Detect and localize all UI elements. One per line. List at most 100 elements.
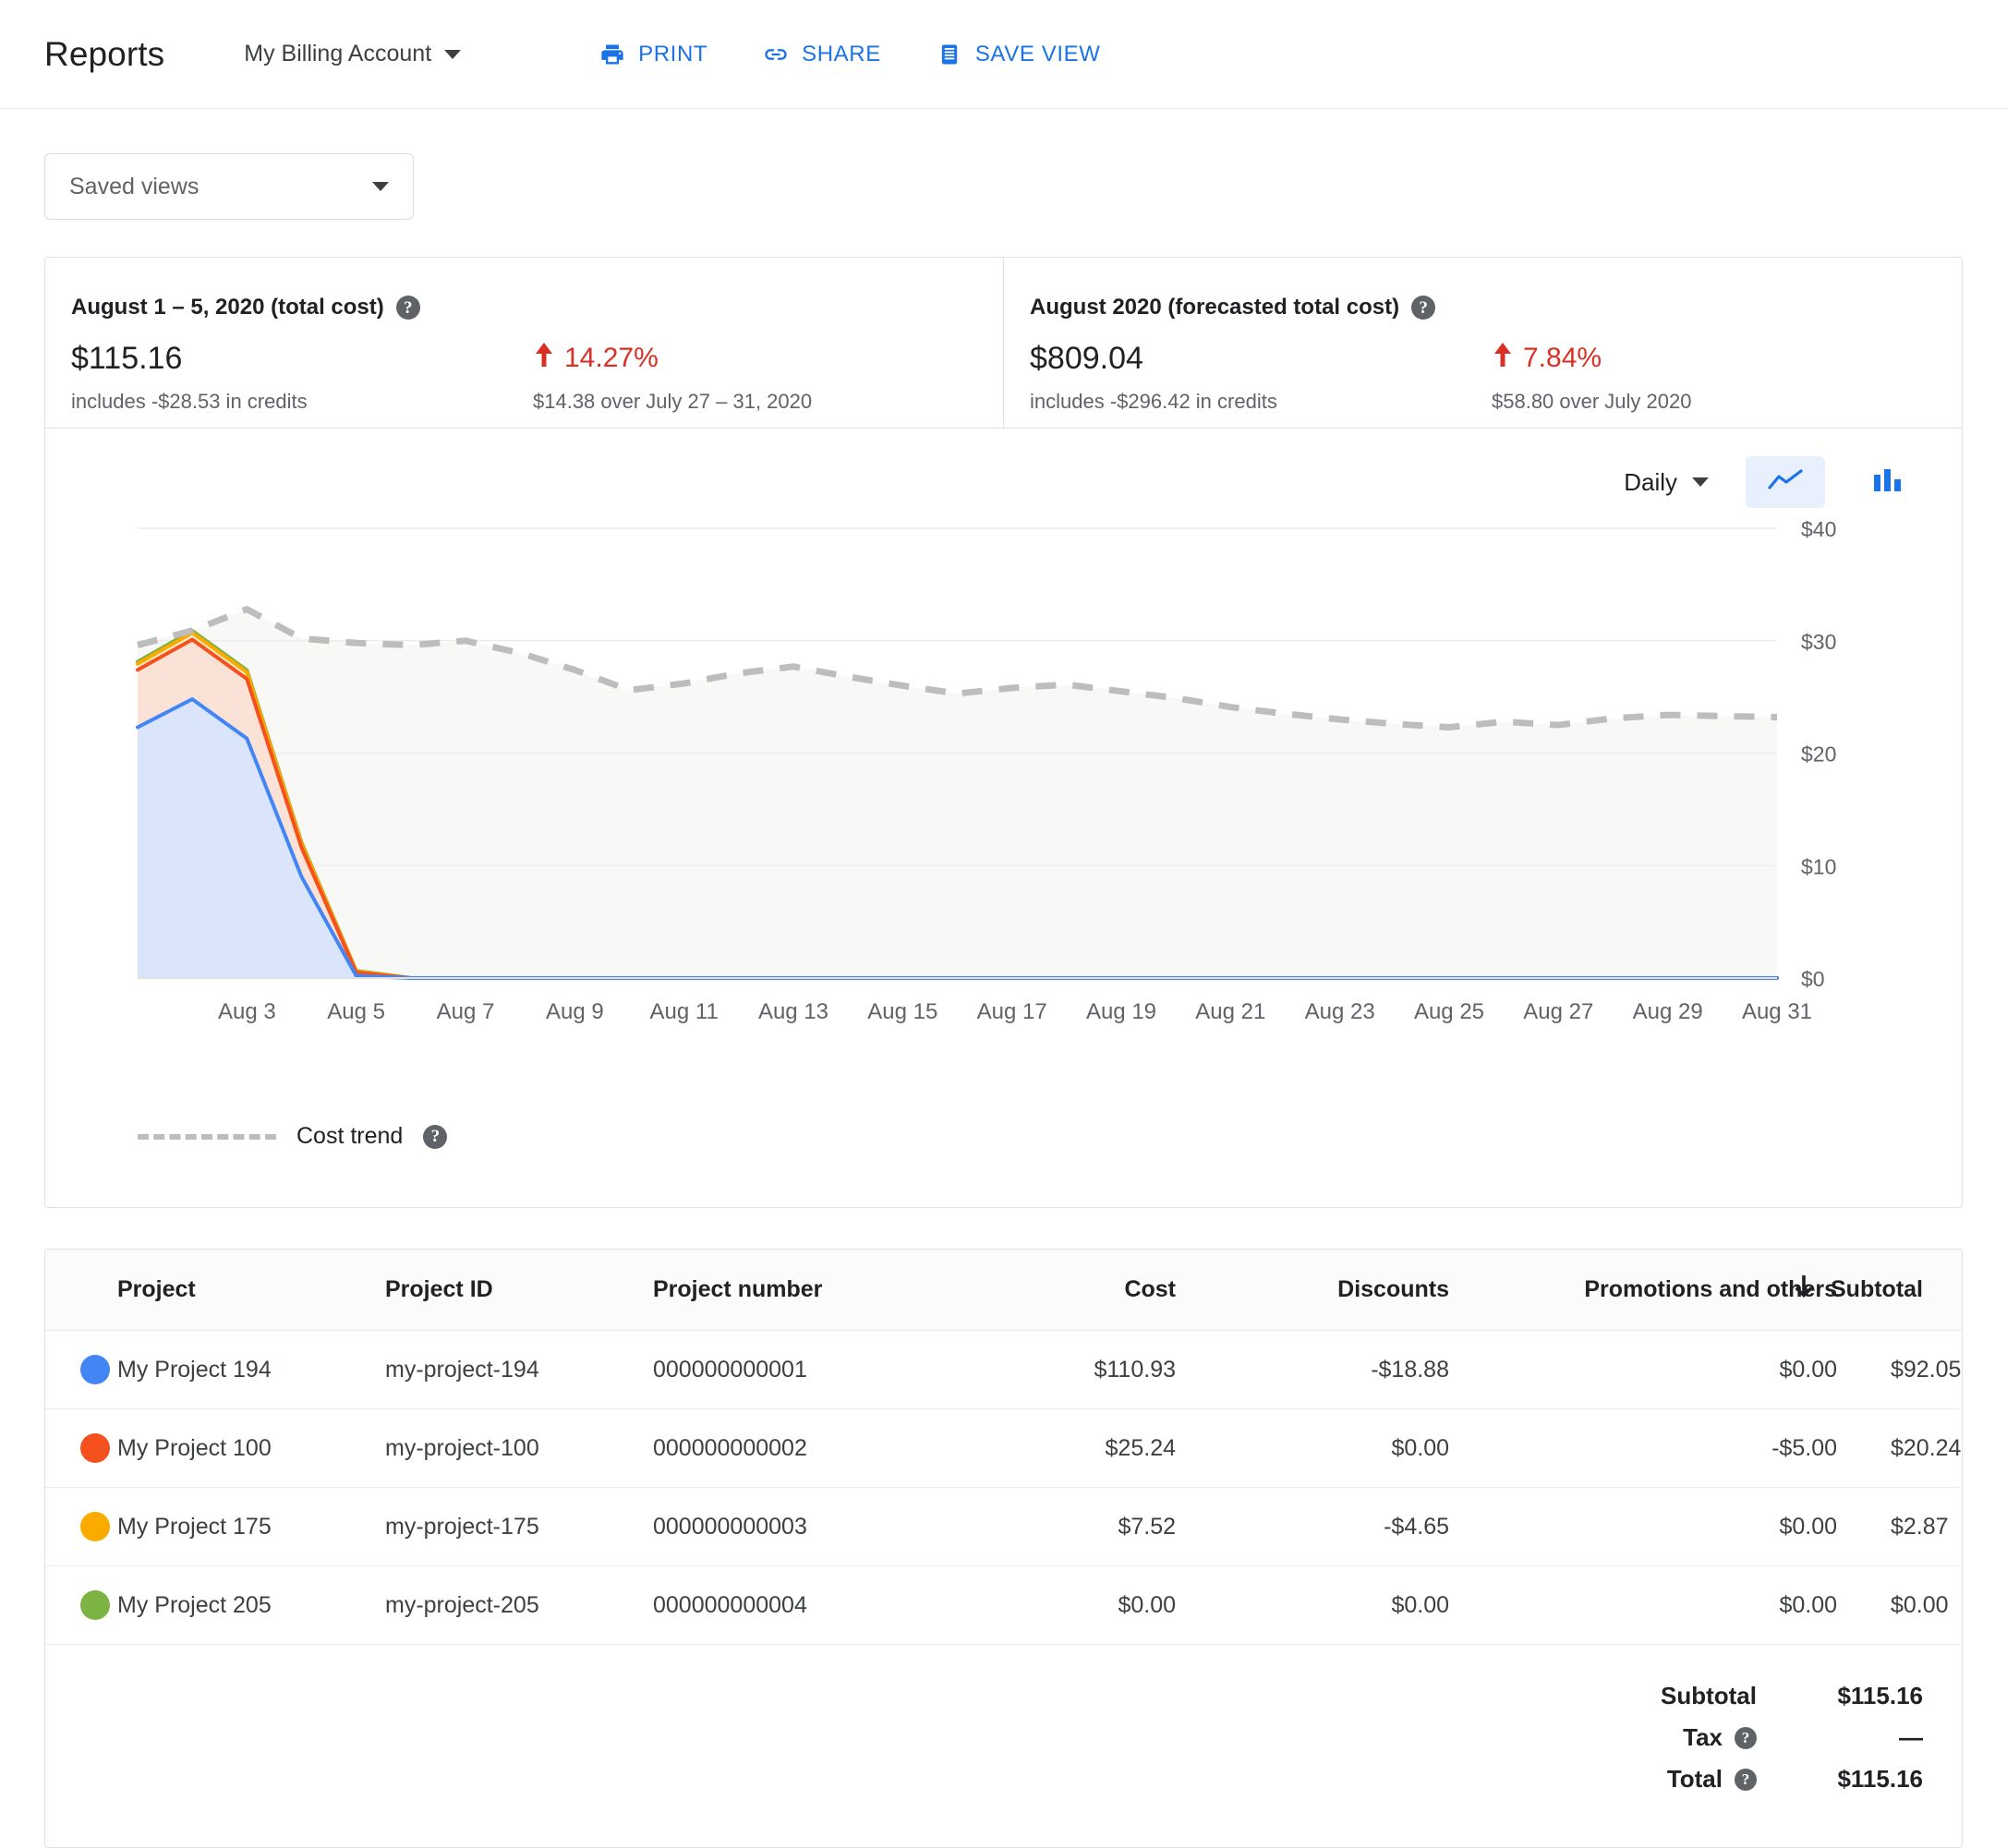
cell-project: My Project 205	[117, 1565, 385, 1645]
summary-comparison: $14.38 over July 27 – 31, 2020	[533, 390, 813, 413]
saved-views-dropdown[interactable]: Saved views	[44, 153, 414, 220]
cell-promotions: $0.00	[1503, 1487, 1891, 1566]
x-axis-tick-label: Aug 7	[437, 999, 495, 1024]
cell-subtotal: $0.00	[1891, 1565, 1962, 1645]
x-axis-tick-label: Aug 27	[1523, 999, 1593, 1024]
print-button-label: PRINT	[638, 41, 708, 66]
help-icon[interactable]: ?	[423, 1124, 448, 1149]
project-color-dot	[80, 1590, 110, 1620]
cell-project-id: my-project-100	[385, 1408, 653, 1488]
totals-section: Subtotal $115.16 Tax ? — Total ? $115.16	[45, 1645, 1962, 1847]
share-button[interactable]: SHARE	[763, 42, 881, 67]
totals-row-tax: Tax ? —	[45, 1723, 1923, 1752]
totals-label-subtotal: Subtotal	[1661, 1682, 1757, 1709]
cell-project: My Project 100	[117, 1408, 385, 1488]
summary-delta-value: 14.27%	[564, 343, 659, 373]
line-chart-toggle[interactable]	[1746, 456, 1825, 508]
summary-comparison: $58.80 over July 2020	[1492, 390, 1692, 413]
column-header-cost[interactable]: Cost	[958, 1250, 1235, 1331]
help-icon[interactable]: ?	[1735, 1726, 1757, 1749]
trend-fill-band	[138, 609, 1777, 978]
line-chart-icon	[1767, 468, 1804, 497]
table-row[interactable]: My Project 194 my-project-194 000000000001…	[45, 1330, 1962, 1409]
x-axis-tick-label: Aug 5	[327, 999, 385, 1024]
link-icon	[763, 42, 789, 67]
project-color-swatch-cell	[45, 1330, 117, 1409]
y-axis-tick-label: $30	[1801, 630, 1836, 654]
summary-card-forecasted-cost: August 2020 (forecasted total cost) ? $8…	[1003, 258, 1962, 428]
cost-trend-line-swatch	[138, 1133, 276, 1140]
summary-card-values: $809.04 7.84%	[1030, 341, 1936, 377]
chart-plot-area: $0 $10 $20 $30 $40 Aug 3 Aug 5 Aug 7 Aug 9 Aug 11…	[45, 517, 1956, 1112]
projects-cost-table: Project Project ID Project number Cost D…	[45, 1250, 1962, 1645]
help-icon[interactable]: ?	[1411, 296, 1436, 320]
billing-account-selector[interactable]: My Billing Account	[244, 41, 462, 67]
projects-cost-table-card: Project Project ID Project number Cost D…	[44, 1249, 1963, 1848]
cost-area-chart[interactable]: $0 $10 $20 $30 $40 Aug 3 Aug 5 Aug 7 Aug 9 Aug 11…	[45, 517, 1956, 1112]
x-axis-tick-label: Aug 3	[218, 999, 276, 1024]
cell-cost: $0.00	[958, 1565, 1235, 1645]
column-header-subtotal-label: Subtotal	[1831, 1276, 1923, 1302]
cell-project: My Project 194	[117, 1330, 385, 1409]
print-button[interactable]: PRINT	[599, 42, 707, 67]
x-axis-tick-label: Aug 23	[1305, 999, 1375, 1024]
table-body: My Project 194 my-project-194 000000000001…	[45, 1330, 1962, 1645]
table-row[interactable]: My Project 100 my-project-100 000000000002…	[45, 1408, 1962, 1488]
share-button-label: SHARE	[802, 41, 881, 66]
arrow-up-icon	[533, 341, 555, 376]
cell-promotions: $0.00	[1503, 1565, 1891, 1645]
cell-discounts: -$18.88	[1235, 1330, 1503, 1409]
column-header-project-number[interactable]: Project number	[653, 1250, 958, 1331]
chevron-down-icon	[372, 182, 389, 191]
cell-discounts: -$4.65	[1235, 1487, 1503, 1566]
summary-amount: $115.16	[71, 341, 183, 376]
x-axis-tick-label: Aug 31	[1742, 999, 1812, 1024]
summary-credits: includes -$28.53 in credits	[71, 390, 308, 413]
cell-project-number: 000000000004	[653, 1565, 958, 1645]
table-header: Project Project ID Project number Cost D…	[45, 1250, 1962, 1331]
bar-chart-toggle[interactable]	[1849, 456, 1928, 508]
reports-page: Reports My Billing Account PRINT SHARE S…	[0, 0, 2007, 1848]
cell-project-number: 000000000003	[653, 1487, 958, 1566]
totals-label-tax: Tax ?	[1480, 1723, 1757, 1752]
cell-project-id: my-project-205	[385, 1565, 653, 1645]
totals-label-total: Total ?	[1480, 1765, 1757, 1794]
x-axis-tick-label: Aug 9	[546, 999, 604, 1024]
totals-row-total: Total ? $115.16	[45, 1765, 1923, 1794]
summary-credits: includes -$296.42 in credits	[1030, 390, 1277, 413]
x-axis-tick-label: Aug 11	[650, 999, 719, 1024]
project-color-swatch-cell	[45, 1408, 117, 1488]
cost-trend-legend-label: Cost trend	[296, 1123, 404, 1149]
cell-cost: $110.93	[958, 1330, 1235, 1409]
summary-card-title: August 2020 (forecasted total cost)	[1030, 295, 1400, 320]
x-axis-tick-label: Aug 13	[758, 999, 828, 1024]
summary-card-values: $115.16 14.27%	[71, 341, 977, 377]
y-axis-tick-label: $0	[1801, 967, 1825, 991]
table-row[interactable]: My Project 175 my-project-175 000000000003…	[45, 1487, 1962, 1566]
column-header-discounts[interactable]: Discounts	[1235, 1250, 1503, 1331]
summary-amount: $809.04	[1030, 341, 1143, 376]
summary-card-subtext: includes -$296.42 in credits $58.80 over…	[1030, 390, 1936, 414]
help-icon[interactable]: ?	[1735, 1768, 1757, 1791]
saved-views-label: Saved views	[69, 173, 199, 199]
y-axis-tick-label: $40	[1801, 521, 1836, 541]
table-row[interactable]: My Project 205 my-project-205 000000000004…	[45, 1565, 1962, 1645]
x-axis-tick-label: Aug 19	[1086, 999, 1156, 1024]
column-header-subtotal[interactable]: Subtotal	[1795, 1250, 1962, 1331]
totals-value-tax: —	[1899, 1723, 1923, 1751]
totals-label-total-text: Total	[1666, 1765, 1723, 1793]
cell-project-number: 000000000001	[653, 1330, 958, 1409]
top-bar: Reports My Billing Account PRINT SHARE S…	[0, 0, 2007, 109]
page-title: Reports	[44, 34, 165, 73]
column-header-project[interactable]: Project	[117, 1250, 385, 1331]
column-header-project-id[interactable]: Project ID	[385, 1250, 653, 1331]
granularity-dropdown[interactable]: Daily	[1624, 468, 1709, 497]
cell-promotions: $0.00	[1503, 1330, 1891, 1409]
cell-project: My Project 175	[117, 1487, 385, 1566]
help-icon[interactable]: ?	[395, 296, 420, 320]
save-view-button[interactable]: SAVE VIEW	[937, 42, 1101, 67]
cell-promotions: -$5.00	[1503, 1408, 1891, 1488]
cell-cost: $25.24	[958, 1408, 1235, 1488]
granularity-label: Daily	[1624, 467, 1677, 496]
summary-card-header: August 1 – 5, 2020 (total cost) ?	[71, 295, 977, 320]
